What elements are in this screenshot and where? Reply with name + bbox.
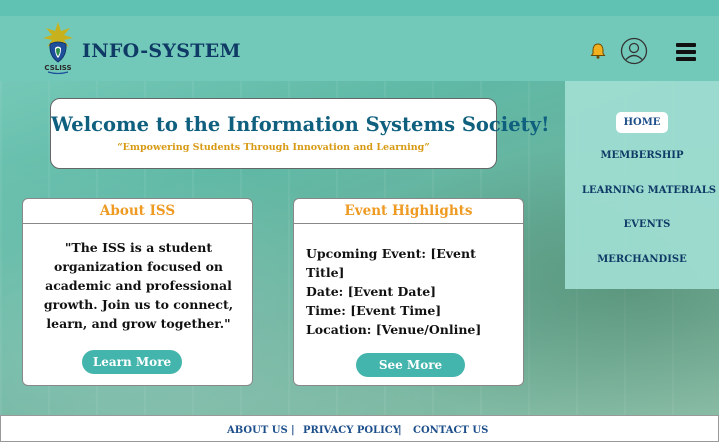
- iss-logo[interactable]: CSLISS: [40, 18, 76, 76]
- footer-link-privacy-policy[interactable]: PRIVACY POLICY: [303, 425, 400, 436]
- event-time-line: Time: [Event Time]: [306, 303, 442, 318]
- event-highlights-card: Event Highlights Upcoming Event: [Event …: [293, 198, 524, 386]
- svg-text:CSLISS: CSLISS: [44, 64, 71, 72]
- bell-icon[interactable]: [589, 42, 607, 60]
- site-header: CSLISS INFO-SYSTEM: [0, 16, 719, 81]
- hamburger-menu-icon[interactable]: [676, 43, 696, 61]
- menu-item-events[interactable]: EVENTS: [570, 219, 719, 230]
- menu-item-learning-materials[interactable]: LEARNING MATERIALS: [572, 185, 719, 196]
- user-icon[interactable]: [620, 37, 648, 65]
- site-footer: ABOUT US | PRIVACY POLICY | CONTACT US: [0, 415, 719, 442]
- footer-link-contact-us[interactable]: CONTACT US: [413, 425, 488, 436]
- event-title-line: Upcoming Event: [Event Title]: [306, 246, 476, 280]
- welcome-banner: Welcome to the Information Systems Socie…: [50, 98, 550, 169]
- site-brand[interactable]: INFO-SYSTEM: [82, 40, 241, 62]
- menu-item-merchandise[interactable]: MERCHANDISE: [565, 254, 719, 265]
- top-strip: [0, 0, 719, 16]
- learn-more-button[interactable]: Learn More: [82, 350, 182, 374]
- about-text: "The ISS is a student organization focus…: [43, 240, 234, 331]
- event-date-line: Date: [Event Date]: [306, 284, 437, 299]
- event-details: Upcoming Event: [Event Title] Date: [Eve…: [306, 244, 518, 339]
- menu-item-home[interactable]: HOME: [565, 112, 719, 133]
- see-more-button[interactable]: See More: [356, 353, 465, 377]
- welcome-title: Welcome to the Information Systems Socie…: [51, 113, 550, 136]
- footer-link-about-us[interactable]: ABOUT US: [227, 425, 288, 436]
- side-nav-menu: HOME MEMBERSHIP LEARNING MATERIALS EVENT…: [565, 81, 719, 289]
- welcome-tagline: “Empowering Students Through Innovation …: [117, 142, 430, 153]
- footer-separator: |: [291, 425, 295, 436]
- about-card: About ISS "The ISS is a student organiza…: [22, 198, 253, 386]
- event-location-line: Location: [Venue/Online]: [306, 322, 482, 337]
- events-card-title: Event Highlights: [294, 199, 523, 224]
- footer-separator: |: [398, 425, 402, 436]
- menu-item-membership[interactable]: MEMBERSHIP: [565, 150, 719, 161]
- about-card-title: About ISS: [23, 199, 252, 224]
